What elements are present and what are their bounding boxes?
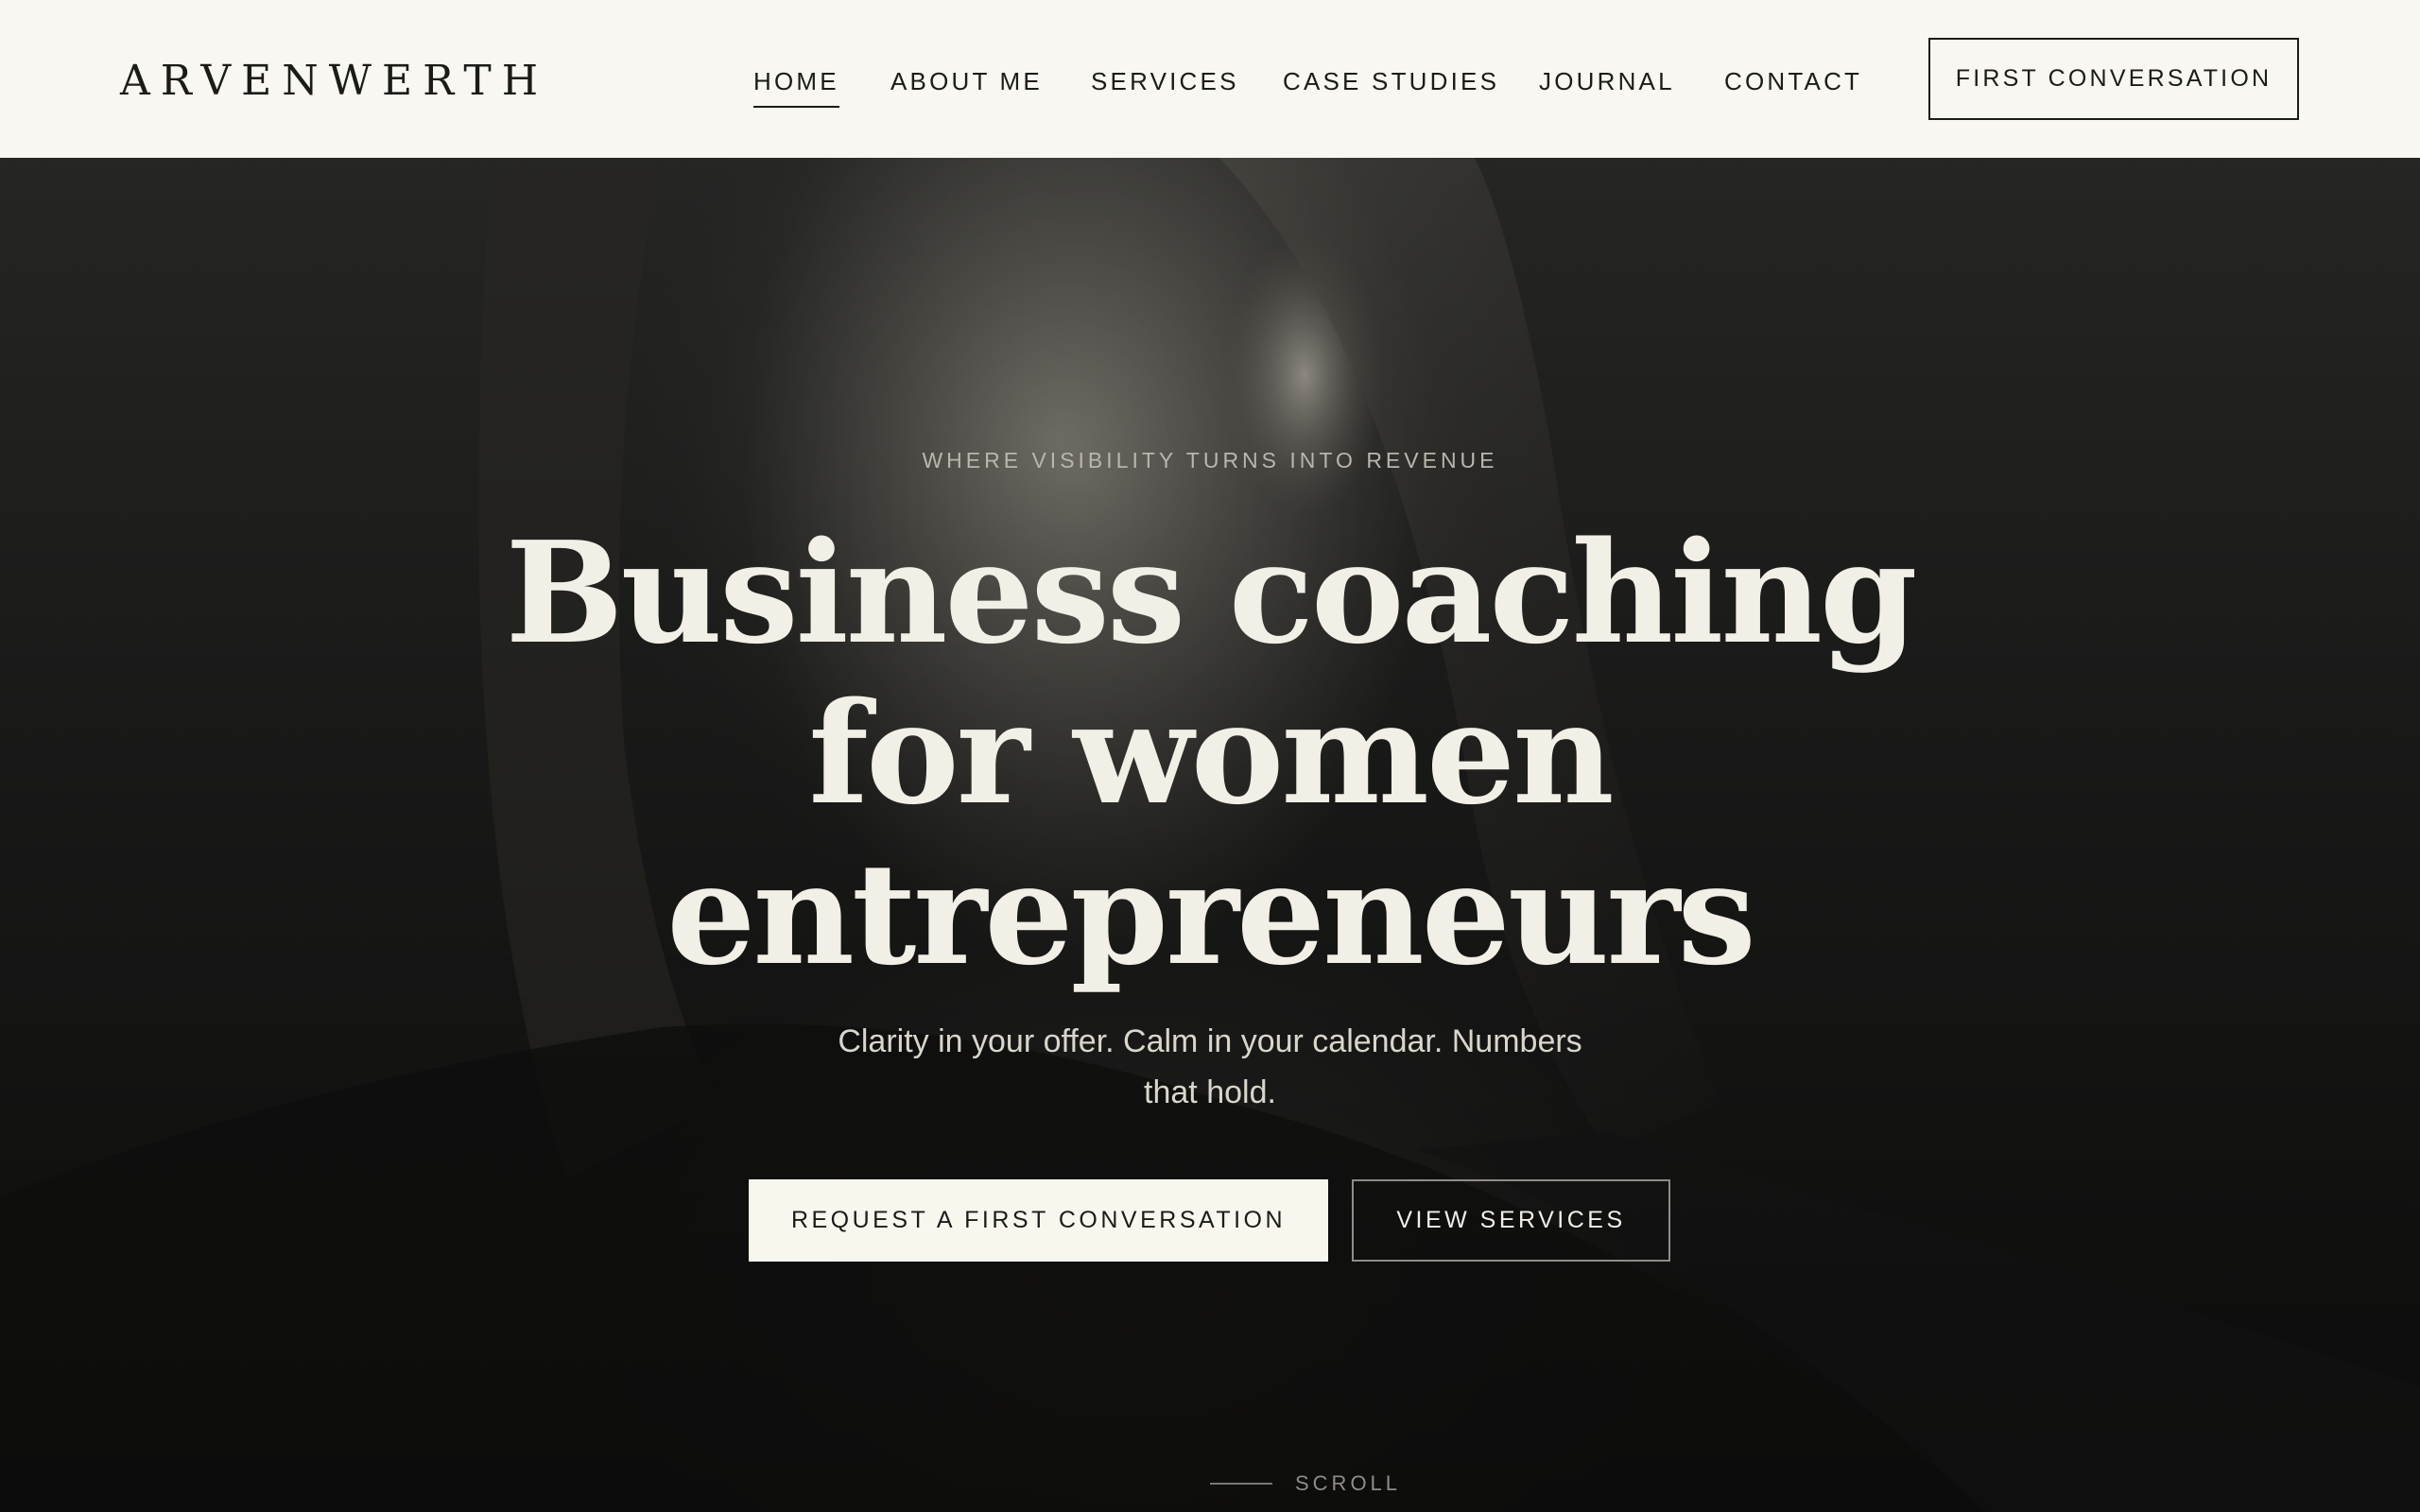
hero-subline: Clarity in your offer. Calm in your cale… <box>0 1016 2420 1118</box>
nav-item-journal[interactable]: JOURNAL <box>1539 66 1675 96</box>
hero-headline-line: for women <box>808 671 1614 835</box>
nav-item-home[interactable]: HOME <box>753 66 839 108</box>
scroll-indicator-line <box>1210 1483 1272 1485</box>
site-header: ARVENWERTH HOME ABOUT ME SERVICES CASE S… <box>0 0 2420 158</box>
nav-item-about-me[interactable]: ABOUT ME <box>890 66 1043 96</box>
first-conversation-button[interactable]: FIRST CONVERSATION <box>1928 38 2299 120</box>
hero-eyebrow: WHERE VISIBILITY TURNS INTO REVENUE <box>922 448 1498 472</box>
nav-item-services[interactable]: SERVICES <box>1091 66 1239 96</box>
brand-logo[interactable]: ARVENWERTH <box>120 55 548 108</box>
nav-item-case-studies[interactable]: CASE STUDIES <box>1283 66 1499 96</box>
view-services-button[interactable]: VIEW SERVICES <box>1352 1179 1670 1262</box>
hero-headline-line: Business coaching <box>505 510 1918 675</box>
hero-subline-line: Clarity in your offer. Calm in your cale… <box>838 1023 1582 1059</box>
hero-subline-line: that hold. <box>1144 1074 1276 1110</box>
hero-headline-line: entrepreneurs <box>666 832 1756 996</box>
hero-headline: Business coaching for women entrepreneur… <box>0 512 2420 994</box>
nav-item-contact[interactable]: CONTACT <box>1724 66 1862 96</box>
request-conversation-button[interactable]: REQUEST A FIRST CONVERSATION <box>749 1179 1328 1262</box>
hero-section: WHERE VISIBILITY TURNS INTO REVENUE Busi… <box>0 158 2420 1512</box>
scroll-label[interactable]: SCROLL <box>1295 1471 1401 1496</box>
